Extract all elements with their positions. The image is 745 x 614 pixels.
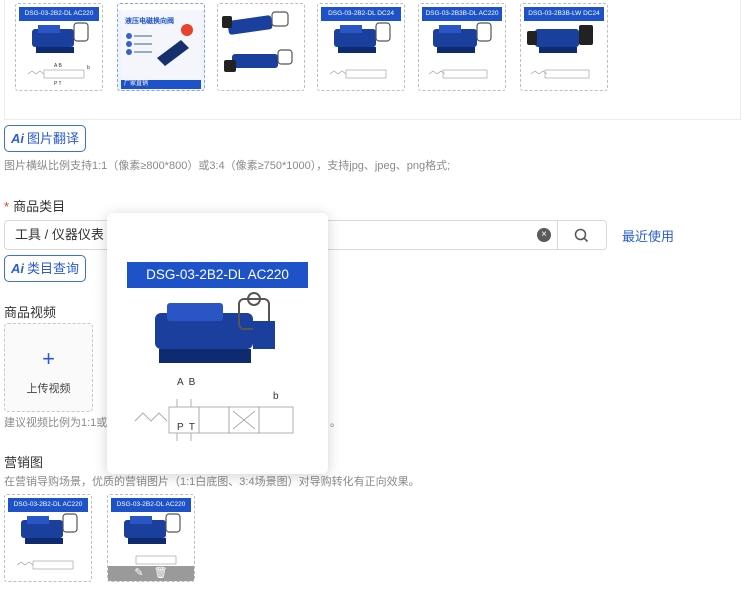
category-search-button[interactable]	[558, 220, 607, 250]
double-valve-image	[222, 11, 293, 72]
delete-icon[interactable]: 🗑	[154, 566, 168, 581]
valve-image: A B P T b	[27, 22, 90, 87]
preview-port-top: A B	[177, 377, 196, 388]
marketing-hint: 在营销导购场景，优质的营销图片（1:1白底图、3:4场景图）对导购转化有正向效果…	[4, 476, 420, 488]
main-image-thumb-4[interactable]: DSG-03-2B2-DL DC24	[317, 3, 405, 91]
main-image-thumb-5[interactable]: DSG-03-2B3B-DL AC220	[418, 3, 506, 91]
preview-port-b: b	[273, 391, 279, 402]
search-icon	[574, 228, 589, 243]
marketing-label: 营销图	[4, 455, 44, 470]
image-action-bar: ✎ 🗑	[108, 566, 194, 581]
valve-image	[124, 513, 181, 565]
upload-video-label: 上传视频	[26, 383, 71, 395]
main-image-thumb-6[interactable]: DSG-03-2B3B-LW DC24	[520, 3, 608, 91]
main-image-thumb-3[interactable]	[217, 3, 305, 91]
promo-image	[126, 24, 193, 66]
valve-image	[329, 22, 391, 79]
preview-port-bottom: P T	[177, 422, 195, 433]
promo-footer: 厂家直销	[121, 80, 201, 89]
main-image-thumb-1[interactable]: DSG-03-2B2-DL AC220 A B P T b	[15, 3, 103, 91]
main-image-thumb-2[interactable]: 液压电磁换向阀 厂家直销	[117, 3, 205, 91]
marketing-banner: DSG-03-2B2-DL AC220	[8, 498, 88, 512]
preview-valve-image	[134, 292, 294, 441]
edit-icon[interactable]: ✎	[134, 566, 143, 581]
upload-video-button[interactable]: + 上传视频	[4, 323, 93, 412]
plus-icon: +	[42, 346, 55, 371]
valve-image	[16, 513, 78, 570]
marketing-image-1[interactable]: DSG-03-2B2-DL AC220	[4, 494, 92, 582]
category-query-label: 类目查询	[27, 261, 80, 276]
category-query-button[interactable]: Ai 类目查询	[4, 255, 87, 282]
marketing-image-2[interactable]: DSG-03-2B2-DL AC220 ✎ 🗑	[107, 494, 195, 582]
valve-image	[527, 25, 593, 79]
recent-used-link[interactable]: 最近使用	[622, 226, 674, 245]
svg-text:A B: A B	[54, 63, 62, 69]
category-label-row: * 商品类目	[4, 196, 65, 215]
valve-image	[428, 22, 492, 79]
thumb-banner: DSG-03-2B3B-DL AC220	[422, 7, 502, 21]
ai-icon: Ai	[11, 261, 24, 276]
product-edit-page: DSG-03-2B2-DL AC220 A B P T b 液压电磁换向阀 厂家…	[0, 0, 745, 614]
ai-icon: Ai	[11, 131, 24, 146]
video-label: 商品视频	[4, 305, 57, 320]
required-mark: *	[4, 199, 10, 214]
image-translate-button[interactable]: Ai 图片翻译	[4, 125, 87, 152]
thumb-banner: DSG-03-2B2-DL AC220	[19, 7, 99, 21]
image-translate-label: 图片翻译	[27, 131, 80, 146]
thumb-banner: DSG-03-2B3B-LW DC24	[524, 7, 604, 21]
preview-banner: DSG-03-2B2-DL AC220	[127, 262, 308, 288]
marketing-banner: DSG-03-2B2-DL AC220	[111, 498, 191, 512]
svg-text:b: b	[87, 65, 90, 71]
image-hint: 图片横纵比例支持1:1（像素≥800*800）或3:4（像素≥750*1000）…	[4, 160, 451, 172]
thumb-banner: DSG-03-2B2-DL DC24	[321, 7, 401, 21]
video-hint-right: 。	[330, 417, 341, 429]
svg-text:P T: P T	[54, 81, 62, 87]
video-hint-left: 建议视频比例为1:1或	[4, 417, 108, 429]
category-label: 商品类目	[13, 199, 66, 214]
image-preview-popover: DSG-03-2B2-DL AC220 A B P T b	[107, 213, 328, 474]
clear-icon[interactable]: ×	[537, 228, 551, 242]
